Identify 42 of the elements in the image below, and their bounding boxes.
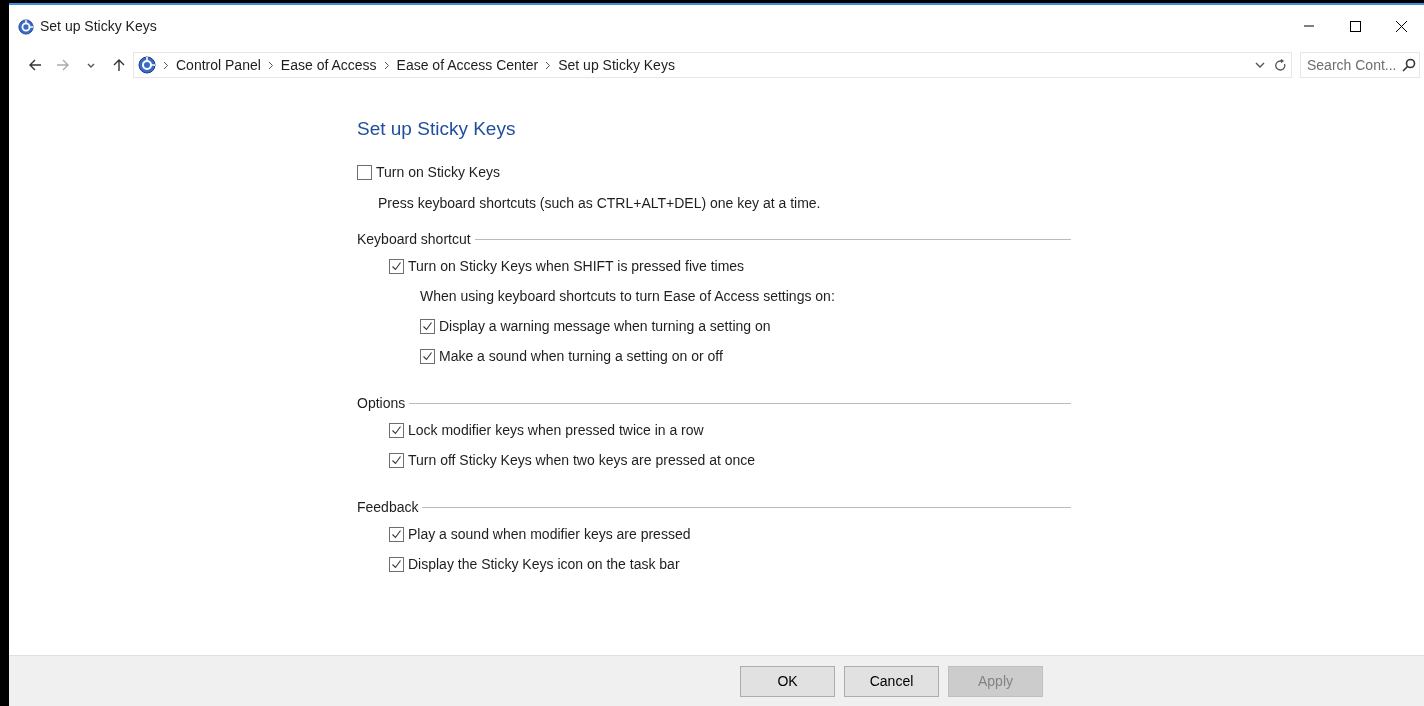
window-title: Set up Sticky Keys xyxy=(40,16,157,36)
refresh-icon[interactable] xyxy=(1274,58,1287,72)
breadcrumb-link[interactable]: Control Panel xyxy=(176,54,261,76)
close-icon[interactable] xyxy=(1394,19,1408,33)
maximize-icon[interactable] xyxy=(1348,19,1362,33)
checkbox-label[interactable]: Play a sound when modifier keys are pressed xyxy=(408,524,691,545)
checkbox[interactable] xyxy=(357,165,372,180)
description-text: Press keyboard shortcuts (such as CTRL+ALT+DEL) one key at a time. xyxy=(378,193,822,213)
breadcrumb-link[interactable]: Ease of Access Center xyxy=(396,54,539,76)
checkbox-label[interactable]: Lock modifier keys when pressed twice in a row xyxy=(408,420,704,441)
chevron-right-icon xyxy=(163,61,169,71)
checkbox[interactable] xyxy=(389,259,404,274)
checkbox[interactable] xyxy=(389,527,404,542)
checkbox[interactable] xyxy=(389,453,404,468)
checkbox-label[interactable]: Display a warning message when turning a setting on xyxy=(439,316,771,337)
section-title: Keyboard shortcut xyxy=(357,230,471,249)
checkbox-label[interactable]: Display the Sticky Keys icon on the task bar xyxy=(408,554,680,575)
checkbox[interactable] xyxy=(389,557,404,572)
page-heading: Set up Sticky Keys xyxy=(357,117,517,141)
chevron-right-icon xyxy=(545,61,552,71)
chevron-right-icon xyxy=(383,61,390,71)
checkbox[interactable] xyxy=(420,319,435,334)
checkbox-label[interactable]: Make a sound when turning a setting on or off xyxy=(439,346,723,367)
instruction-text: When using keyboard shortcuts to turn Ease of Access settings on: xyxy=(420,287,836,306)
up-arrow-icon[interactable] xyxy=(112,58,126,72)
checkbox-label[interactable]: Turn off Sticky Keys when two keys are pressed at once xyxy=(408,450,756,471)
breadcrumb-link[interactable]: Ease of Access xyxy=(280,54,377,76)
checkbox-label[interactable]: Turn on Sticky Keys when SHIFT is pressed five times xyxy=(408,256,745,277)
control-panel-icon xyxy=(18,18,34,35)
checkbox[interactable] xyxy=(389,423,404,438)
breadcrumb-link[interactable]: Set up Sticky Keys xyxy=(558,54,675,76)
chevron-right-icon xyxy=(267,61,274,71)
back-arrow-icon[interactable] xyxy=(28,58,42,72)
section-title: Options xyxy=(357,394,406,413)
checkbox-label[interactable]: Turn on Sticky Keys xyxy=(376,162,500,183)
section-title: Feedback xyxy=(357,498,419,517)
dialog-button[interactable]: OK xyxy=(740,665,835,697)
control-panel-icon xyxy=(138,56,156,74)
search-field[interactable]: Search Cont... xyxy=(1300,52,1420,78)
dialog-button[interactable]: Cancel xyxy=(844,665,939,697)
checkbox[interactable] xyxy=(420,349,435,364)
search-icon xyxy=(1402,58,1416,72)
